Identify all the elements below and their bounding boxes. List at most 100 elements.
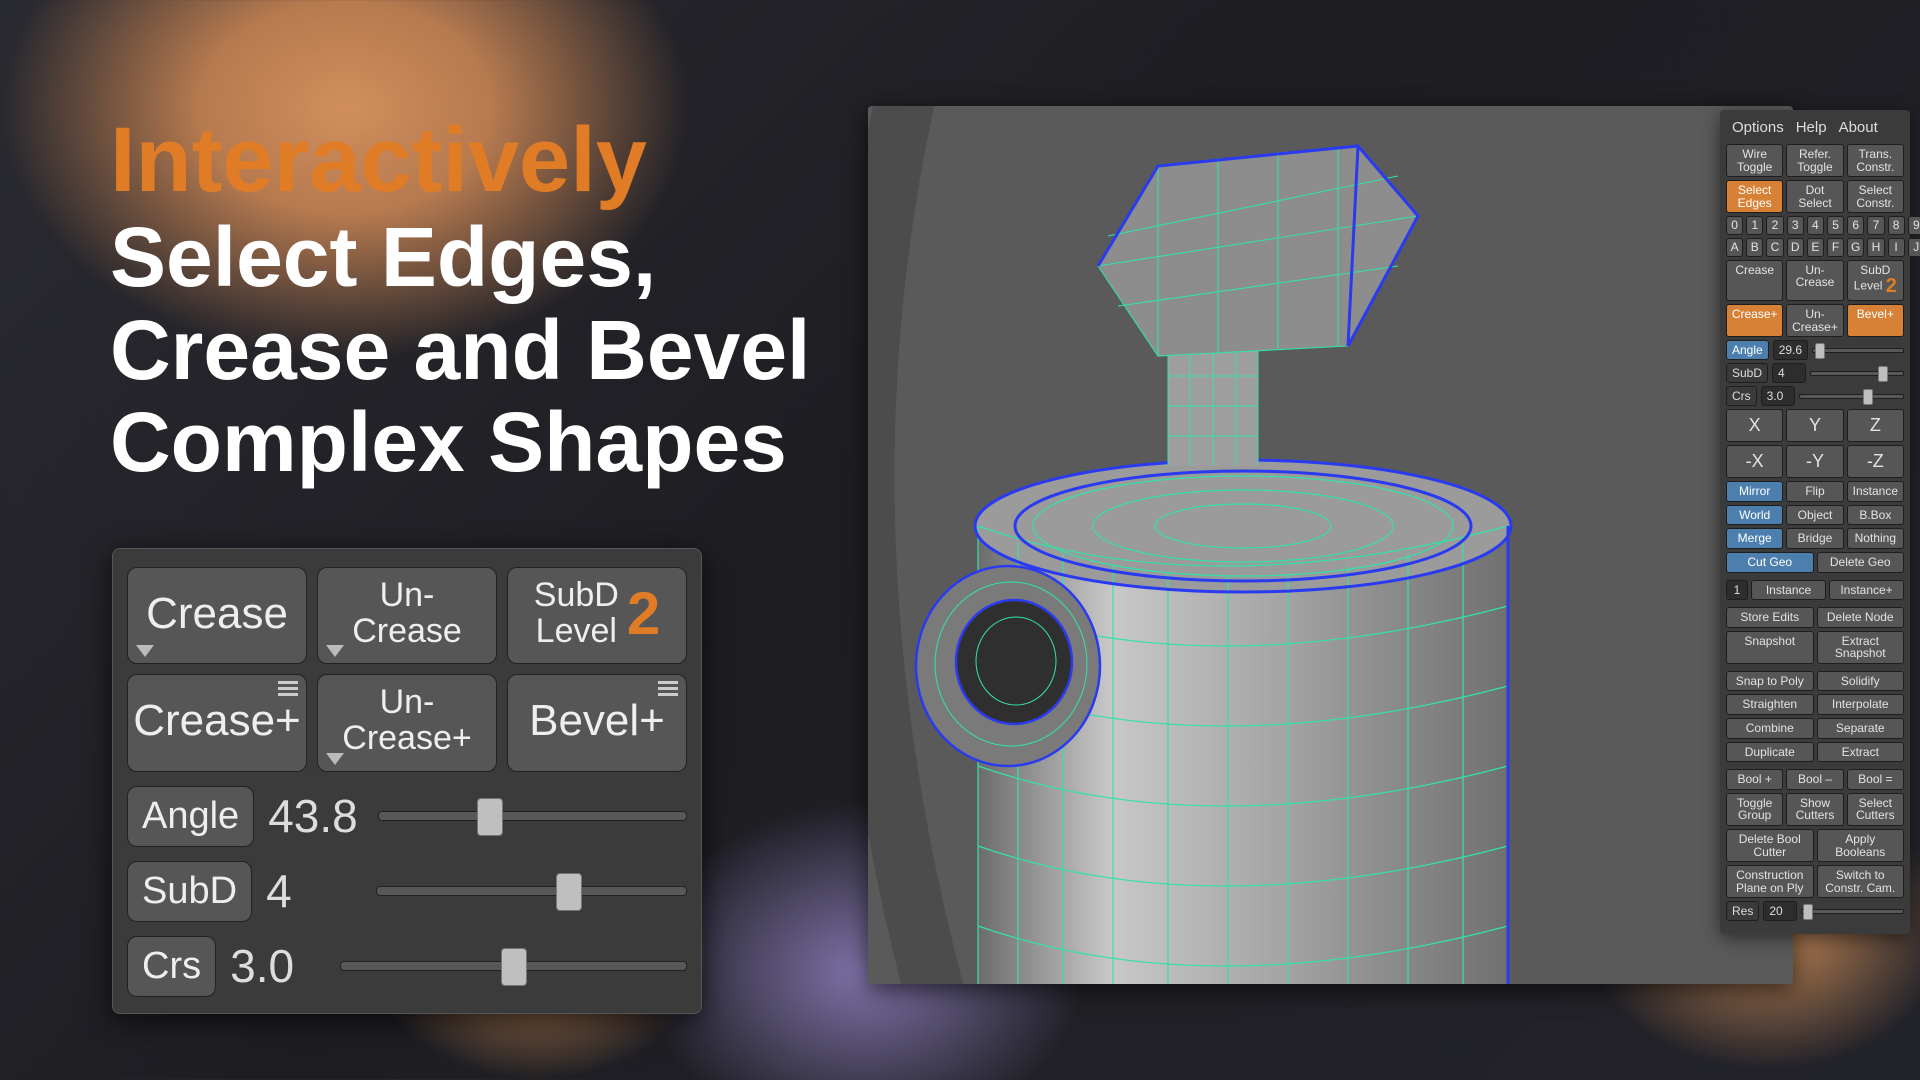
- crs-button[interactable]: Crs: [127, 936, 216, 997]
- solidify-button[interactable]: Solidify: [1817, 671, 1905, 692]
- polygroup-number-button[interactable]: 5: [1827, 216, 1844, 235]
- res-slider[interactable]: [1801, 909, 1904, 914]
- apply-booleans-button[interactable]: Apply Booleans: [1817, 829, 1905, 862]
- polygroup-letter-button[interactable]: I: [1888, 238, 1905, 257]
- polygroup-letter-button[interactable]: C: [1766, 238, 1783, 257]
- extract-snapshot-button[interactable]: Extract Snapshot: [1817, 631, 1905, 664]
- res-label[interactable]: Res: [1726, 901, 1759, 921]
- polygroup-letter-button[interactable]: E: [1807, 238, 1824, 257]
- polygroup-letter-button[interactable]: D: [1787, 238, 1804, 257]
- subd-label-side[interactable]: SubD: [1726, 363, 1768, 383]
- wire-toggle-button[interactable]: Wire Toggle: [1726, 144, 1783, 177]
- crs-value: 3.0: [230, 939, 330, 993]
- instance-button[interactable]: Instance: [1751, 580, 1826, 601]
- flip-button[interactable]: Flip: [1786, 481, 1843, 502]
- switch-constr-cam-button[interactable]: Switch to Constr. Cam.: [1817, 865, 1905, 898]
- toggle-group-button[interactable]: Toggle Group: [1726, 793, 1783, 826]
- straighten-button[interactable]: Straighten: [1726, 694, 1814, 715]
- merge-button[interactable]: Merge: [1726, 528, 1783, 549]
- polygroup-letter-button[interactable]: B: [1746, 238, 1763, 257]
- crs-slider-side[interactable]: [1799, 394, 1904, 399]
- polygroup-number-button[interactable]: 4: [1807, 216, 1824, 235]
- polygroup-number-button[interactable]: 3: [1787, 216, 1804, 235]
- separate-button[interactable]: Separate: [1817, 718, 1905, 739]
- polygroup-number-button[interactable]: 9: [1908, 216, 1920, 235]
- mirror-button[interactable]: Mirror: [1726, 481, 1783, 502]
- instance-mode-button[interactable]: Instance: [1847, 481, 1904, 502]
- headline-line: Select Edges,: [110, 211, 870, 303]
- crease-plus-button[interactable]: Crease+: [127, 674, 307, 771]
- snap-to-poly-button[interactable]: Snap to Poly: [1726, 671, 1814, 692]
- neg-axis-button[interactable]: -Z: [1847, 445, 1904, 478]
- bool-plus-button[interactable]: Bool +: [1726, 769, 1783, 790]
- instance-count: 1: [1726, 580, 1748, 601]
- world-button[interactable]: World: [1726, 505, 1783, 526]
- crease-button[interactable]: Crease: [127, 567, 307, 664]
- object-button[interactable]: Object: [1786, 505, 1843, 526]
- subd-button[interactable]: SubD: [127, 861, 252, 922]
- uncrease-button[interactable]: Un- Crease: [317, 567, 497, 664]
- angle-slider-side[interactable]: [1812, 348, 1904, 353]
- instance-plus-button[interactable]: Instance+: [1829, 580, 1904, 601]
- polygroup-number-button[interactable]: 6: [1847, 216, 1864, 235]
- store-edits-button[interactable]: Store Edits: [1726, 607, 1814, 628]
- select-cutters-button[interactable]: Select Cutters: [1847, 793, 1904, 826]
- angle-slider[interactable]: [378, 811, 687, 821]
- trans-constr-button[interactable]: Trans. Constr.: [1847, 144, 1904, 177]
- extract-button[interactable]: Extract: [1817, 742, 1905, 763]
- polygroup-number-button[interactable]: 8: [1888, 216, 1905, 235]
- bevel-plus-side[interactable]: Bevel+: [1847, 304, 1904, 337]
- polygroup-number-button[interactable]: 0: [1726, 216, 1743, 235]
- bool-minus-button[interactable]: Bool –: [1786, 769, 1843, 790]
- menu-help[interactable]: Help: [1796, 119, 1827, 136]
- 3d-viewport[interactable]: [868, 106, 1793, 984]
- dot-select-button[interactable]: Dot Select: [1786, 180, 1843, 213]
- bridge-button[interactable]: Bridge: [1786, 528, 1843, 549]
- bool-eq-button[interactable]: Bool =: [1847, 769, 1904, 790]
- nothing-button[interactable]: Nothing: [1847, 528, 1904, 549]
- menu-about[interactable]: About: [1839, 119, 1878, 136]
- polygroup-letter-button[interactable]: A: [1726, 238, 1743, 257]
- subd-level-button-side[interactable]: SubD Level 2: [1847, 260, 1904, 302]
- polygroup-number-button[interactable]: 7: [1867, 216, 1884, 235]
- uncrease-plus-button[interactable]: Un- Crease+: [317, 674, 497, 771]
- polygroup-number-button[interactable]: 1: [1746, 216, 1763, 235]
- duplicate-button[interactable]: Duplicate: [1726, 742, 1814, 763]
- uncrease-plus-side[interactable]: Un- Crease+: [1786, 304, 1843, 337]
- angle-button[interactable]: Angle: [127, 786, 254, 847]
- delete-bool-cutter-button[interactable]: Delete Bool Cutter: [1726, 829, 1814, 862]
- show-cutters-button[interactable]: Show Cutters: [1786, 793, 1843, 826]
- menu-options[interactable]: Options: [1732, 119, 1784, 136]
- bevel-plus-button[interactable]: Bevel+: [507, 674, 687, 771]
- subd-level-button[interactable]: SubD Level 2: [507, 567, 687, 664]
- neg-axis-button[interactable]: -Y: [1786, 445, 1843, 478]
- polygroup-letter-button[interactable]: J: [1908, 238, 1920, 257]
- angle-label-side[interactable]: Angle: [1726, 340, 1769, 360]
- cut-geo-button[interactable]: Cut Geo: [1726, 552, 1814, 573]
- polygroup-letter-button[interactable]: H: [1867, 238, 1884, 257]
- subd-slider[interactable]: [376, 886, 687, 896]
- crs-label-side[interactable]: Crs: [1726, 386, 1757, 406]
- refer-toggle-button[interactable]: Refer. Toggle: [1786, 144, 1843, 177]
- uncrease-button-side[interactable]: Un- Crease: [1786, 260, 1843, 302]
- select-edges-button[interactable]: Select Edges: [1726, 180, 1783, 213]
- polygroup-number-button[interactable]: 2: [1766, 216, 1783, 235]
- polygroup-letter-button[interactable]: F: [1827, 238, 1844, 257]
- axis-button[interactable]: Y: [1786, 409, 1843, 442]
- crease-button-side[interactable]: Crease: [1726, 260, 1783, 302]
- axis-button[interactable]: X: [1726, 409, 1783, 442]
- construction-plane-button[interactable]: Construction Plane on Ply: [1726, 865, 1814, 898]
- crs-slider[interactable]: [340, 961, 687, 971]
- subd-slider-side[interactable]: [1810, 371, 1904, 376]
- axis-button[interactable]: Z: [1847, 409, 1904, 442]
- select-constr-button[interactable]: Select Constr.: [1847, 180, 1904, 213]
- neg-axis-button[interactable]: -X: [1726, 445, 1783, 478]
- interpolate-button[interactable]: Interpolate: [1817, 694, 1905, 715]
- snapshot-button[interactable]: Snapshot: [1726, 631, 1814, 664]
- delete-node-button[interactable]: Delete Node: [1817, 607, 1905, 628]
- bbox-button[interactable]: B.Box: [1847, 505, 1904, 526]
- crease-plus-side[interactable]: Crease+: [1726, 304, 1783, 337]
- polygroup-letter-button[interactable]: G: [1847, 238, 1864, 257]
- delete-geo-button[interactable]: Delete Geo: [1817, 552, 1905, 573]
- combine-button[interactable]: Combine: [1726, 718, 1814, 739]
